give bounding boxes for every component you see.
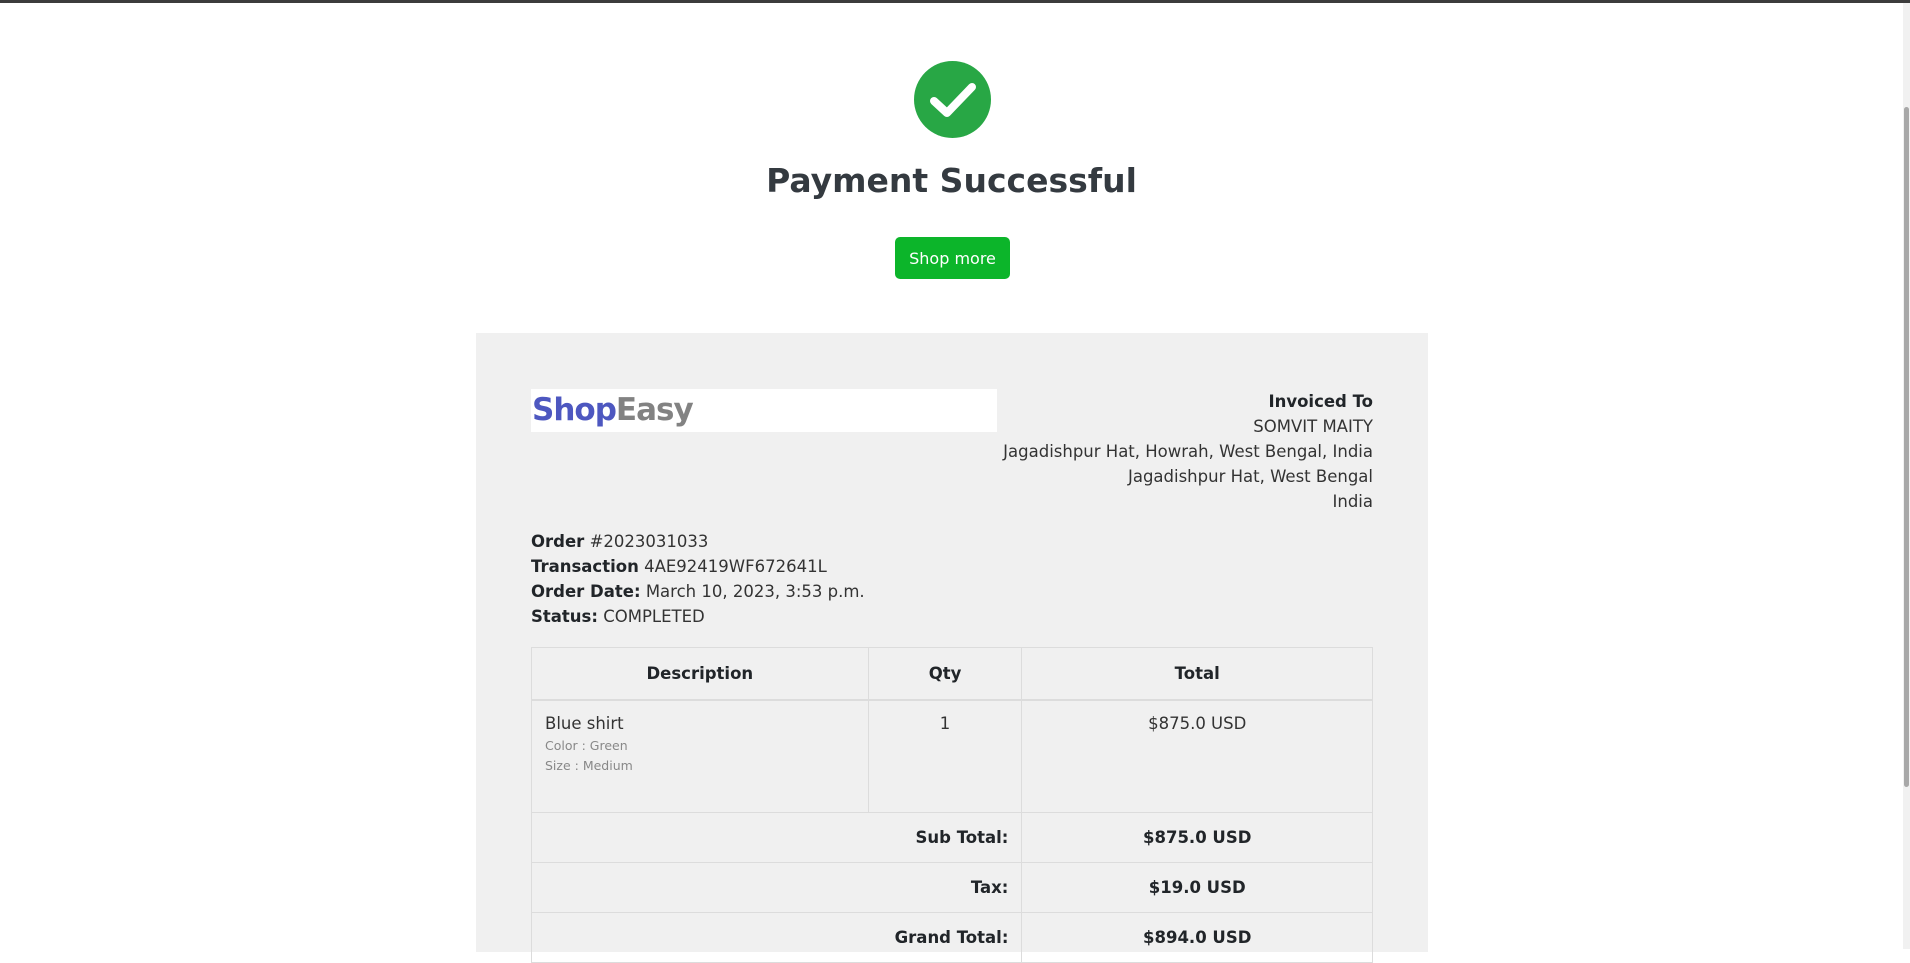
table-header-row: Description Qty Total — [531, 647, 1373, 701]
column-header-qty: Qty — [867, 647, 1023, 701]
order-number-row: Order #2023031033 — [531, 529, 865, 554]
item-total: $875.0 USD — [1021, 699, 1373, 813]
transaction-label: Transaction — [531, 557, 639, 576]
grand-total-row: Grand Total: $894.0 USD — [530, 912, 1373, 963]
invoice-panel: ShopEasy Invoiced To SOMVIT MAITY Jagadi… — [476, 333, 1428, 963]
order-date-label: Order Date: — [531, 582, 641, 601]
address-country: India — [1332, 492, 1374, 511]
brand-logo[interactable]: ShopEasy — [531, 389, 997, 432]
tax-label: Tax: — [530, 862, 1023, 913]
order-items-table: Description Qty Total Blue shirt Color :… — [530, 647, 1373, 963]
order-number-value: #2023031033 — [589, 532, 709, 551]
column-header-total: Total — [1021, 647, 1373, 701]
shop-more-button[interactable]: Shop more — [895, 237, 1010, 279]
subtotal-row: Sub Total: $875.0 USD — [530, 812, 1373, 863]
grand-total-label: Grand Total: — [530, 912, 1023, 963]
item-variation-color: Color : Green — [545, 738, 628, 753]
scrollbar-thumb[interactable] — [1904, 107, 1909, 787]
invoiced-to-block: Invoiced To SOMVIT MAITY Jagadishpur Hat… — [1003, 389, 1373, 514]
page-scrollbar[interactable] — [1903, 3, 1910, 949]
tax-value: $19.0 USD — [1021, 862, 1373, 913]
brand-name-part1: Shop — [532, 392, 617, 428]
order-date-row: Order Date: March 10, 2023, 3:53 p.m. — [531, 579, 865, 604]
customer-name: SOMVIT MAITY — [1253, 417, 1373, 436]
address-line-2: Jagadishpur Hat, West Bengal — [1127, 467, 1373, 486]
page-title: Payment Successful — [766, 161, 1137, 200]
address-line-1: Jagadishpur Hat, Howrah, West Bengal, In… — [1003, 442, 1373, 461]
subtotal-value: $875.0 USD — [1021, 812, 1373, 863]
item-description-cell: Blue shirt Color : Green Size : Medium — [531, 699, 869, 813]
status-value: COMPLETED — [603, 607, 705, 626]
order-date-value: March 10, 2023, 3:53 p.m. — [645, 582, 865, 601]
grand-total-value: $894.0 USD — [1021, 912, 1373, 963]
subtotal-label: Sub Total: — [530, 812, 1023, 863]
checkmark-icon — [929, 82, 976, 117]
column-header-description: Description — [531, 647, 869, 701]
brand-name-part2: Easy — [615, 392, 694, 428]
item-name: Blue shirt — [545, 714, 624, 733]
payment-success-page: Payment Successful Shop more ShopEasy In… — [0, 3, 1903, 963]
table-row: Blue shirt Color : Green Size : Medium 1… — [531, 699, 1373, 813]
status-label: Status: — [531, 607, 598, 626]
order-info-block: Order #2023031033 Transaction 4AE92419WF… — [531, 529, 865, 629]
check-circle-icon — [914, 61, 991, 138]
status-row: Status: COMPLETED — [531, 604, 865, 629]
order-number-label: Order — [531, 532, 585, 551]
item-qty: 1 — [867, 699, 1023, 813]
transaction-value: 4AE92419WF672641L — [644, 557, 827, 576]
brand-logo-text: ShopEasy — [532, 389, 694, 432]
invoiced-to-label: Invoiced To — [1268, 392, 1373, 411]
item-variation-size: Size : Medium — [545, 758, 633, 773]
tax-row: Tax: $19.0 USD — [530, 862, 1373, 913]
transaction-row: Transaction 4AE92419WF672641L — [531, 554, 865, 579]
